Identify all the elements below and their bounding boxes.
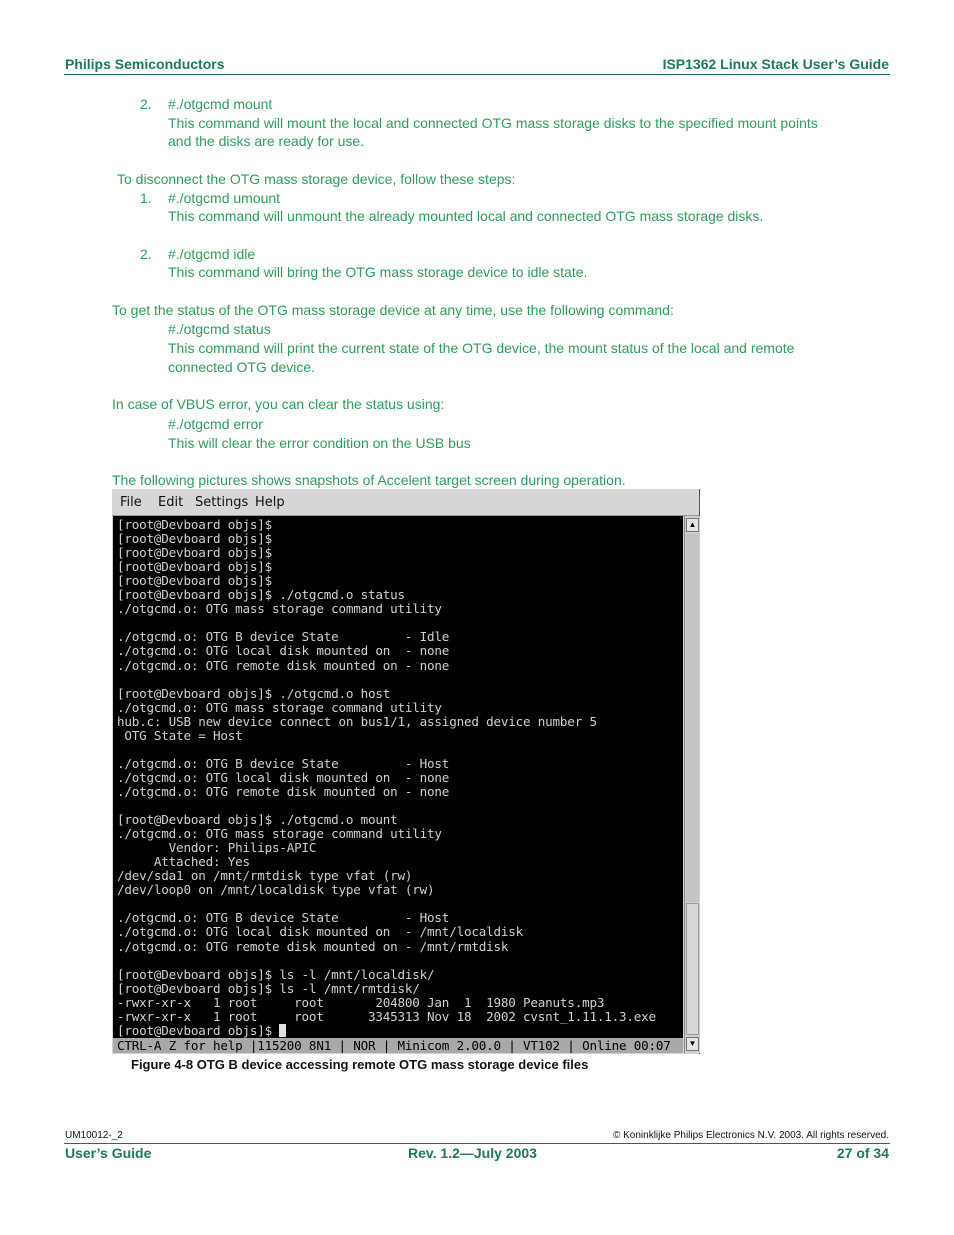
vbus-command: #./otgcmd error [168,416,263,432]
mount-desc-line1: This command will mount the local and co… [168,115,818,131]
disconnect-intro: To disconnect the OTG mass storage devic… [117,171,516,187]
idle-desc: This command will bring the OTG mass sto… [168,264,588,280]
terminal-line: ./otgcmd.o: OTG B device State - Host [117,910,450,926]
status-desc-line2: connected OTG device. [168,359,316,375]
snapshot-intro: The following pictures shows snapshots o… [112,472,626,488]
terminal-line: hub.c: USB new device connect on bus1/1,… [117,713,597,729]
terminal-line: [root@Devboard objs]$ ./otgcmd.o status [117,587,405,603]
terminal-line: OTG State = Host [117,727,243,743]
footer-left: User’s Guide [65,1145,152,1161]
terminal-line: [root@Devboard objs]$ ls -l /mnt/rmtdisk… [117,980,420,996]
terminal-line: [root@Devboard objs]$ [117,559,273,575]
terminal-line: -rwxr-xr-x 1 root root 3345313 Nov 18 20… [117,1008,656,1024]
figure-caption: Figure 4-8 OTG B device accessing remote… [131,1057,589,1072]
footer-revision: Rev. 1.2—July 2003 [408,1145,537,1161]
terminal-line: [root@Devboard objs]$ [117,517,273,532]
terminal-line: ./otgcmd.o: OTG B device State - Host [117,755,450,771]
status-desc-line1: This command will print the current stat… [168,340,795,356]
terminal-prompt-line: [root@Devboard objs]$ [117,1022,287,1038]
terminal-line: ./otgcmd.o: OTG local disk mounted on - … [117,924,524,940]
menu-edit[interactable]: Edit [158,495,183,510]
terminal-line: ./otgcmd.o: OTG remote disk mounted on -… [117,938,509,954]
footer-copyright: © Koninklijke Philips Electronics N.V. 2… [612,1130,889,1141]
vertical-scrollbar[interactable]: ▲ ▼ [684,516,700,1053]
scroll-down-arrow-icon[interactable]: ▼ [686,1037,699,1051]
step-number: 2. [140,246,152,262]
terminal-prompt: [root@Devboard objs]$ [117,1022,280,1038]
terminal-cursor [279,1023,287,1037]
terminal-line: ./otgcmd.o: OTG B device State - Idle [117,629,450,645]
terminal-line: [root@Devboard objs]$ [117,531,273,547]
mount-command: #./otgcmd mount [168,96,273,112]
terminal-window: File Edit Settings Help [root@Devboard o… [112,489,700,1054]
terminal-line: Attached: Yes [117,854,250,870]
mount-desc-line2: and the disks are ready for use. [168,133,365,149]
scrollbar-track[interactable] [686,534,699,902]
header-company: Philips Semiconductors [65,56,225,72]
header-rule [64,74,890,75]
terminal-line: ./otgcmd.o: OTG mass storage command uti… [117,699,442,715]
header-doc-title: ISP1362 Linux Stack User’s Guide [662,56,889,72]
terminal-line: /dev/sda1 on /mnt/rmtdisk type vfat (rw) [117,868,413,884]
umount-desc: This command will unmount the already mo… [168,208,764,224]
terminal-menubar: File Edit Settings Help [112,489,699,516]
terminal-line: [root@Devboard objs]$ ls -l /mnt/localdi… [117,966,435,982]
terminal-line: [root@Devboard objs]$ ./otgcmd.o host [117,685,391,701]
terminal-line: ./otgcmd.o: OTG remote disk mounted on -… [117,657,450,673]
terminal-line: ./otgcmd.o: OTG local disk mounted on - … [117,643,450,659]
minicom-status-bar: CTRL-A Z for help |115200 8N1 | NOR | Mi… [113,1038,683,1053]
terminal-screen[interactable]: [root@Devboard objs]$ [root@Devboard objs… [113,516,683,1040]
terminal-line: ./otgcmd.o: OTG mass storage command uti… [117,826,442,842]
scrollbar-thumb[interactable] [686,903,699,1035]
scroll-up-arrow-icon[interactable]: ▲ [686,518,699,532]
step-number: 1. [140,190,152,206]
vbus-intro: In case of VBUS error, you can clear the… [112,396,445,412]
step-number: 2. [140,96,152,112]
footer-rule [64,1143,890,1144]
footer-page-number: 27 of 34 [836,1145,889,1161]
menu-settings[interactable]: Settings [195,495,248,510]
status-intro: To get the status of the OTG mass storag… [112,302,674,318]
terminal-line: ./otgcmd.o: OTG local disk mounted on - … [117,769,450,785]
terminal-line: [root@Devboard objs]$ [117,573,273,589]
terminal-line: ./otgcmd.o: OTG remote disk mounted on -… [117,783,450,799]
terminal-line: -rwxr-xr-x 1 root root 204800 Jan 1 1980… [117,994,605,1010]
menu-file[interactable]: File [120,495,142,510]
footer-doc-id: UM10012-_2 [65,1130,123,1141]
terminal-line: [root@Devboard objs]$ [117,545,273,561]
vbus-desc: This will clear the error condition on t… [168,435,471,451]
menu-help[interactable]: Help [255,495,285,510]
terminal-line: Vendor: Philips-APIC [117,840,317,856]
umount-command: #./otgcmd umount [168,190,281,206]
terminal-line: ./otgcmd.o: OTG mass storage command uti… [117,601,442,617]
status-command: #./otgcmd status [168,321,271,337]
terminal-line: [root@Devboard objs]$ ./otgcmd.o mount [117,812,398,828]
idle-command: #./otgcmd idle [168,246,256,262]
terminal-line: /dev/loop0 on /mnt/localdisk type vfat (… [117,882,435,898]
